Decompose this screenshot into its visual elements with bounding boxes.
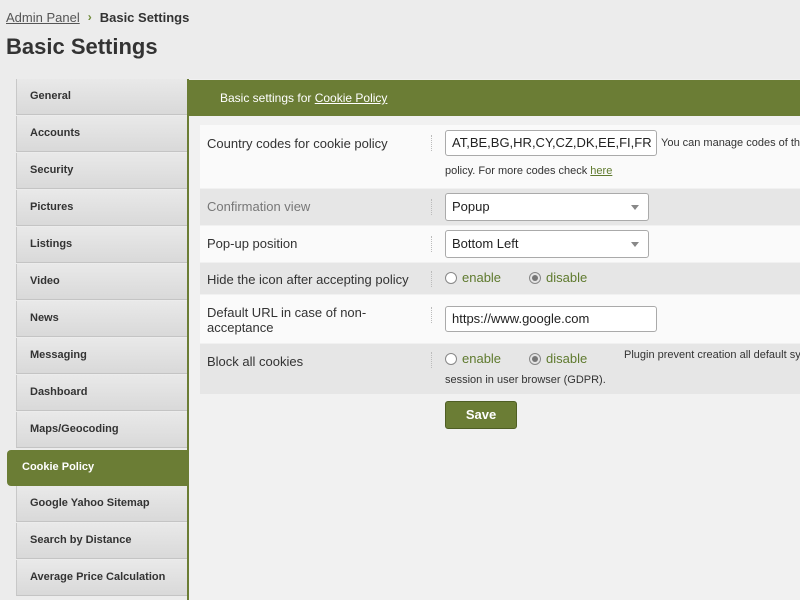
cookie-policy-header-link[interactable]: Cookie Policy: [315, 91, 388, 105]
sidebar-item-news[interactable]: News: [16, 301, 187, 337]
sidebar-item-video[interactable]: Video: [16, 264, 187, 300]
sidebar-item-messaging[interactable]: Messaging: [16, 338, 187, 374]
admin-page: Admin Panel › Basic Settings Basic Setti…: [0, 0, 800, 600]
block-cookies-enable-radio[interactable]: enable: [445, 351, 501, 366]
radio-unchecked-icon: [445, 271, 457, 284]
save-button[interactable]: Save: [445, 401, 517, 429]
hide-icon-enable-radio[interactable]: enable: [445, 270, 501, 285]
country-codes-input[interactable]: AT,BE,BG,HR,CY,CZ,DK,EE,FI,FR: [445, 130, 657, 156]
more-codes-link[interactable]: here: [590, 165, 612, 177]
block-cookies-label: Block all cookies: [207, 354, 304, 369]
hide-icon-enable-label: enable: [462, 270, 502, 285]
panel-header-text: Basic settings for: [220, 91, 315, 105]
sidebar-item-dashboard[interactable]: Dashboard: [16, 375, 187, 411]
field-divider: [431, 135, 432, 151]
popup-position-row: Pop-up position Bottom Left: [200, 226, 800, 262]
country-codes-help-more: policy. For more codes check here: [445, 165, 612, 177]
block-cookies-disable-radio[interactable]: disable: [529, 351, 587, 366]
block-cookies-enable-label: enable: [462, 351, 502, 366]
sidebar-item-cookie-policy[interactable]: Cookie Policy: [7, 450, 187, 486]
country-codes-label: Country codes for cookie policy: [207, 136, 388, 151]
confirmation-view-label: Confirmation view: [207, 199, 311, 214]
field-divider: [431, 236, 432, 252]
sidebar-item-average-price-calculation[interactable]: Average Price Calculation: [16, 560, 187, 596]
hide-icon-disable-radio[interactable]: disable: [529, 270, 587, 285]
sidebar-item-search-by-distance[interactable]: Search by Distance: [16, 523, 187, 559]
chevron-down-icon: [631, 205, 639, 210]
breadcrumb: Admin Panel › Basic Settings: [6, 9, 189, 25]
radio-checked-icon: [529, 271, 541, 284]
hide-icon-label: Hide the icon after accepting policy: [207, 272, 409, 287]
popup-position-value: Bottom Left: [452, 236, 519, 251]
field-divider: [431, 199, 432, 215]
field-divider: [431, 271, 432, 287]
settings-panel: Basic settings for Cookie Policy Country…: [187, 79, 800, 600]
confirmation-view-value: Popup: [452, 199, 490, 214]
sidebar: General Accounts Security Pictures Listi…: [0, 79, 187, 600]
hide-icon-disable-label: disable: [546, 270, 588, 285]
block-cookies-disable-label: disable: [546, 351, 588, 366]
block-cookies-row: Block all cookies enable disable Plugin …: [200, 344, 800, 394]
sidebar-item-general[interactable]: General: [16, 79, 187, 115]
block-cookies-help: Plugin prevent creation all default sy: [624, 349, 800, 361]
field-divider: [431, 352, 432, 368]
popup-position-select[interactable]: Bottom Left: [445, 230, 649, 258]
confirmation-view-row: Confirmation view Popup: [200, 189, 800, 225]
panel-header: Basic settings for Cookie Policy: [189, 80, 800, 116]
default-url-row: Default URL in case of non-acceptance ht…: [200, 295, 800, 343]
block-cookies-help-more: session in user browser (GDPR).: [445, 374, 606, 386]
country-codes-help: You can manage codes of th: [661, 137, 800, 149]
radio-checked-icon: [529, 352, 541, 365]
chevron-right-icon: ›: [87, 10, 92, 24]
hide-icon-row: Hide the icon after accepting policy ena…: [200, 263, 800, 294]
popup-position-label: Pop-up position: [207, 236, 298, 251]
default-url-label: Default URL in case of non-acceptance: [207, 305, 367, 335]
field-divider: [431, 307, 432, 323]
chevron-down-icon: [631, 242, 639, 247]
sidebar-item-security[interactable]: Security: [16, 153, 187, 189]
breadcrumb-current: Basic Settings: [99, 9, 190, 25]
sidebar-item-google-yahoo-sitemap[interactable]: Google Yahoo Sitemap: [16, 486, 187, 522]
sidebar-item-accounts[interactable]: Accounts: [16, 116, 187, 152]
default-url-input[interactable]: https://www.google.com: [445, 306, 657, 332]
country-codes-row: Country codes for cookie policy AT,BE,BG…: [200, 125, 800, 188]
page-title: Basic Settings: [6, 34, 158, 59]
sidebar-item-pictures[interactable]: Pictures: [16, 190, 187, 226]
sidebar-item-maps-geocoding[interactable]: Maps/Geocoding: [16, 412, 187, 448]
radio-unchecked-icon: [445, 352, 457, 365]
confirmation-view-select[interactable]: Popup: [445, 193, 649, 221]
sidebar-item-listings[interactable]: Listings: [16, 227, 187, 263]
breadcrumb-admin-panel-link[interactable]: Admin Panel: [6, 10, 80, 25]
country-codes-help-text: policy. For more codes check: [445, 165, 591, 177]
